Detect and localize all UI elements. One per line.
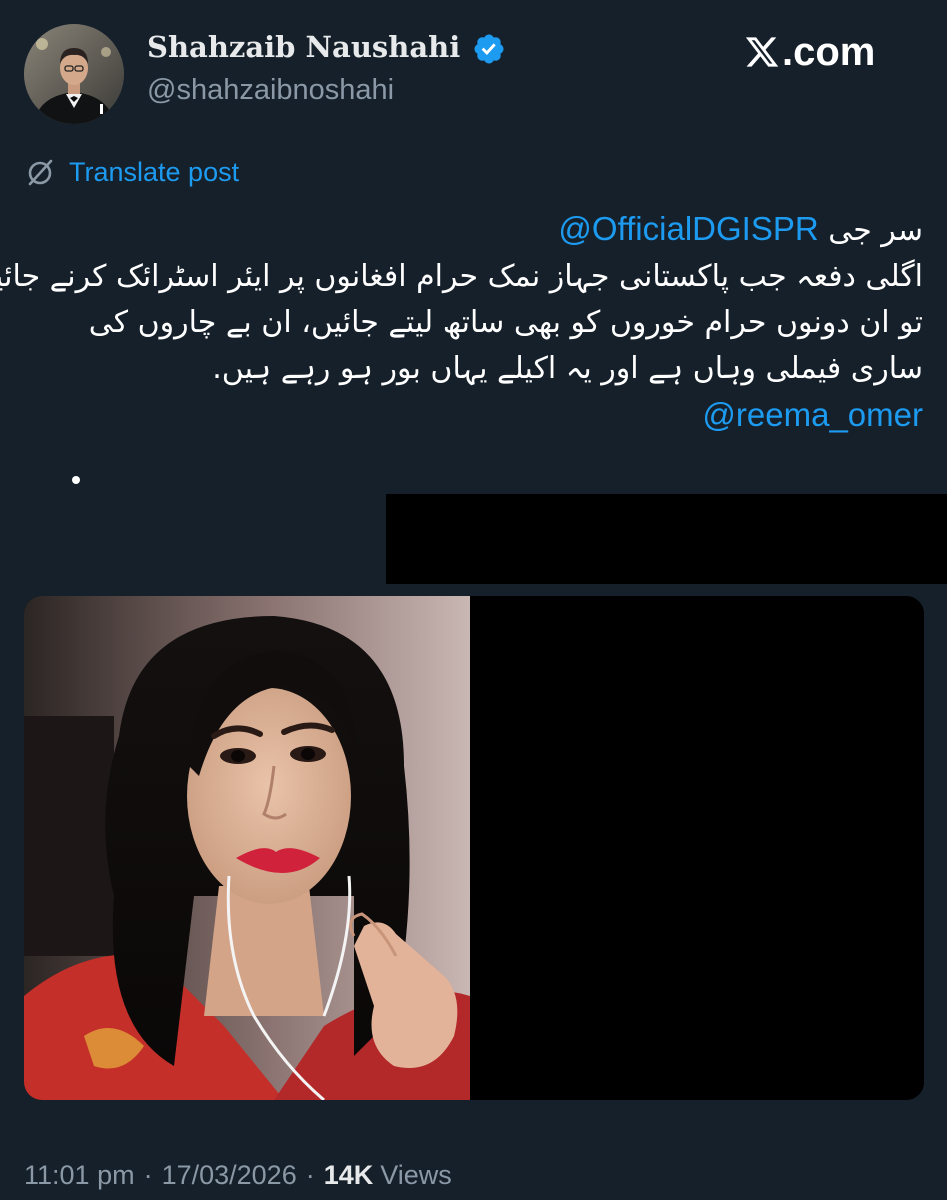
translate-post-label: Translate post [69, 156, 240, 187]
stray-dot [72, 476, 80, 484]
post-media[interactable] [24, 596, 924, 1100]
post-line-5: @reema_omer [23, 392, 923, 440]
mention-reema-omer[interactable]: @reema_omer [702, 396, 923, 433]
post-line-3: تو ان دونوں حرام خوروں کو بھی ساتھ لیتے … [88, 305, 923, 340]
display-name[interactable]: Shahzaib Naushahi [147, 30, 460, 64]
verified-badge-icon [474, 34, 504, 64]
x-logo-icon [745, 37, 779, 67]
redaction-block [386, 494, 947, 584]
x-com-watermark: .com [744, 27, 875, 77]
post-line-4: ساری فیملی وہاں ہے اور یہ اکیلے یہاں بور… [212, 351, 923, 386]
tweet-screenshot: Shahzaib Naushahi @shahzaibnoshahi .com … [0, 0, 947, 1200]
views-label: Views [380, 1160, 452, 1190]
views-count[interactable]: 14K [324, 1160, 374, 1191]
post-date[interactable]: 17/03/2026 [162, 1160, 297, 1191]
media-redaction-block [470, 596, 924, 1100]
translate-icon [28, 159, 53, 186]
translate-post-button[interactable]: Translate post [24, 156, 239, 188]
mention-officialdgispr[interactable]: @OfficialDGISPR [558, 210, 818, 247]
handle[interactable]: @shahzaibnoshahi [147, 74, 394, 107]
avatar-image [24, 24, 124, 124]
avatar[interactable] [24, 24, 124, 124]
x-com-text: .com [782, 29, 876, 74]
post-time[interactable]: 11:01 pm [24, 1160, 135, 1191]
media-photo-woman[interactable] [24, 596, 470, 1100]
separator: · [143, 1160, 153, 1190]
post-text: سر جی @OfficialDGISPR اگلی دفعہ جب پاکست… [0, 206, 923, 440]
post-metadata: 11:01 pm · 17/03/2026 · 14K Views [24, 1160, 452, 1191]
separator: · [305, 1160, 315, 1190]
post-line-2: اگلی دفعہ جب پاکستانی جہاز نمک حرام افغا… [0, 259, 923, 294]
post-line-1-text: سر جی [828, 213, 923, 248]
post-line-1: سر جی @OfficialDGISPR [23, 206, 923, 254]
